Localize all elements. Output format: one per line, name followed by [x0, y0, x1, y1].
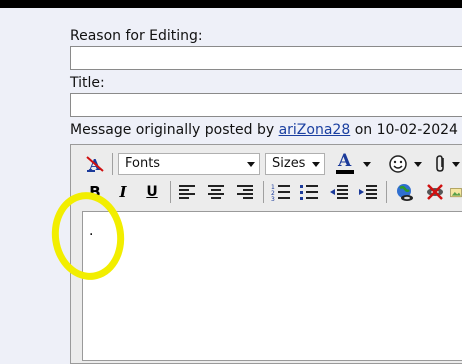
- font-select-value: Fonts: [125, 156, 161, 171]
- align-right-button[interactable]: [234, 181, 256, 203]
- attach-dropdown[interactable]: [450, 153, 462, 175]
- reason-label: Reason for Editing:: [70, 28, 203, 44]
- svg-text:A: A: [337, 151, 352, 171]
- attach-icon: [436, 155, 444, 172]
- author-link[interactable]: ariZona28: [279, 122, 351, 138]
- chevron-down-icon: [414, 162, 422, 167]
- attach-button[interactable]: [430, 153, 452, 175]
- original-post-info: Message originally posted by ariZona28 o…: [70, 122, 462, 138]
- unordered-list-button[interactable]: [298, 181, 320, 203]
- smiley-icon: [389, 155, 407, 173]
- align-center-button[interactable]: [205, 181, 227, 203]
- original-post-date: 10-02-2024: [376, 122, 458, 138]
- align-right-icon: [237, 185, 253, 199]
- title-input[interactable]: [70, 93, 462, 117]
- toolbar-separator: [112, 153, 113, 175]
- outdent-button[interactable]: [328, 181, 350, 203]
- chevron-down-icon: [452, 162, 460, 167]
- align-left-icon: [179, 185, 195, 199]
- insert-image-icon: [450, 188, 462, 198]
- smiley-dropdown[interactable]: [411, 153, 425, 175]
- original-post-on: on: [354, 122, 373, 138]
- original-post-prefix: Message originally posted by: [70, 122, 275, 138]
- align-center-icon: [208, 185, 224, 199]
- remove-link-button[interactable]: [424, 181, 446, 203]
- reason-input[interactable]: [70, 46, 462, 70]
- message-editor[interactable]: .: [82, 211, 462, 361]
- toolbar-separator: [386, 181, 387, 203]
- title-label: Title:: [70, 75, 105, 91]
- toolbar-separator: [263, 181, 264, 203]
- remove-format-button[interactable]: A: [84, 153, 106, 175]
- font-color-dropdown[interactable]: [360, 153, 374, 175]
- underline-button[interactable]: U: [141, 181, 163, 203]
- italic-button[interactable]: I: [112, 181, 134, 203]
- svg-text:3: 3: [271, 196, 275, 201]
- unordered-list-icon: [300, 185, 318, 200]
- size-select[interactable]: Sizes: [265, 153, 325, 175]
- font-color-icon: A: [336, 151, 354, 174]
- insert-link-icon: [397, 184, 413, 201]
- chevron-down-icon: [312, 162, 320, 167]
- outdent-icon: [330, 185, 348, 199]
- toolbar-separator: [170, 181, 171, 203]
- chevron-down-icon: [363, 162, 371, 167]
- ordered-list-icon: 1 2 3: [271, 184, 290, 201]
- chevron-down-icon: [247, 162, 255, 167]
- remove-link-icon: [427, 184, 443, 200]
- remove-format-icon: A: [86, 156, 104, 174]
- window-top-bar: [0, 0, 462, 8]
- size-select-value: Sizes: [272, 156, 306, 171]
- font-color-button[interactable]: A: [334, 151, 356, 174]
- insert-image-button[interactable]: [450, 181, 462, 203]
- align-left-button[interactable]: [176, 181, 198, 203]
- font-select[interactable]: Fonts: [118, 153, 260, 175]
- insert-link-button[interactable]: [394, 181, 416, 203]
- indent-button[interactable]: [357, 181, 379, 203]
- ordered-list-button[interactable]: 1 2 3: [270, 181, 292, 203]
- smiley-button[interactable]: [387, 153, 409, 175]
- indent-icon: [359, 185, 377, 199]
